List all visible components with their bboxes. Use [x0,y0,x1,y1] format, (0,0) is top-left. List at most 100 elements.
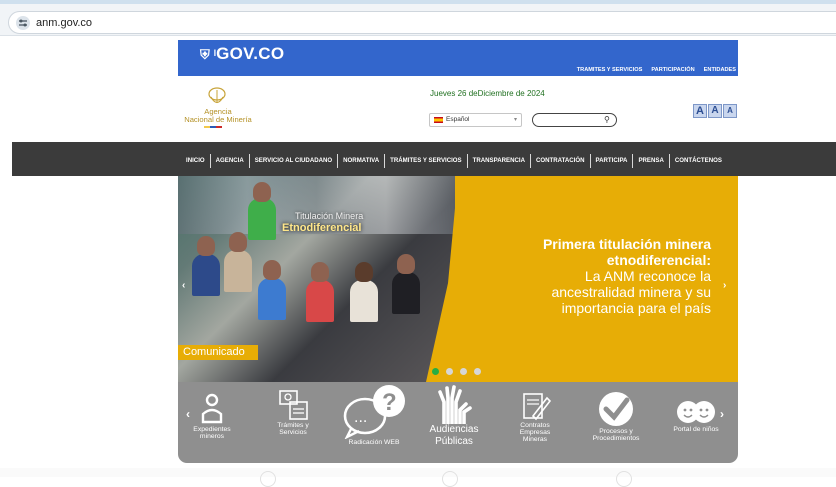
person-figure [197,236,215,256]
person-figure [248,198,276,240]
photo-caption: Titulación Minera [295,211,364,221]
service-label-line2: Empresas [519,429,551,436]
carousel-dots [432,368,481,375]
nav-item-servicio-ciudadano[interactable]: SERVICIO AL CIUDADANO [250,156,337,166]
banner-body-line3: importancia para el país [561,300,711,316]
service-label-line1: Contratos [520,422,550,429]
svg-text:?: ? [382,389,397,416]
contract-pen-icon [523,393,551,421]
carousel-dot-1[interactable] [432,368,439,375]
language-label: Español [446,116,470,123]
service-label-line1: Procesos y [599,428,633,435]
person-figure [253,182,271,202]
photo-sign: Etnodiferencial [282,222,362,234]
nav-item-tramites[interactable]: TRÁMITES Y SERVICIOS [385,156,466,166]
nav-item-normativa[interactable]: NORMATIVA [338,156,384,166]
person-figure [306,280,334,322]
svg-text:...: ... [354,409,367,426]
raised-hands-icon [438,385,472,424]
carousel-dot-2[interactable] [446,368,453,375]
person-figure [258,278,286,320]
service-label-line1: Expedientes [193,426,231,433]
service-label-line3: Mineras [522,436,548,443]
url-text[interactable]: anm.gov.co [36,16,92,30]
service-radicacion-web[interactable]: ... ? Radicación WEB [338,383,410,446]
banner-title-line2: etnodiferencial: [606,252,711,268]
nav-item-contactenos[interactable]: CONTÁCTENOS [670,156,727,166]
site-settings-icon[interactable] [16,16,30,30]
service-label-line1: Trámites y [277,422,309,429]
gov-links: TRAMITES Y SERVICIOS PARTICIPACIÓN ENTID… [577,67,736,73]
main-nav-items: INICIO AGENCIA SERVICIO AL CIUDADANO NOR… [181,154,727,168]
font-size-controls: A A A [693,104,737,118]
banner-title-line1: Primera titulación minera [542,236,711,252]
chevron-down-icon: ▾ [513,117,517,123]
font-normal-button[interactable]: A [708,104,722,118]
gov-co-logo-icon: ⛨ ˡ [200,47,217,62]
spain-flag-icon [434,117,443,123]
documents-gear-icon [279,390,308,420]
font-increase-button[interactable]: A [693,104,707,118]
agency-name-line2: Nacional de Minería [184,115,252,124]
children-faces-icon [677,401,715,423]
nav-item-participa[interactable]: PARTICIPA [591,156,633,166]
service-contratos-empresas-mineras[interactable]: Contratos Empresas Mineras [510,392,560,443]
check-circle-icon [599,392,633,426]
service-label-line2: Públicas [435,436,473,447]
service-label-line1: Audiencias [429,424,479,435]
font-decrease-button[interactable]: A [723,104,737,118]
banner-body-line1: La ANM reconoce la [584,268,711,284]
chat-question-icon: ... ? [343,385,405,439]
carousel-next-icon[interactable]: › [723,280,726,291]
carousel-prev-icon[interactable]: ‹ [182,280,185,291]
service-tramites-servicios[interactable]: Trámites y Servicios [270,388,316,436]
browser-toolbar [0,0,836,36]
banner-body: La ANM reconoce la ancestralidad minera … [503,268,711,316]
person-figure [355,262,373,282]
address-bar[interactable] [8,11,836,34]
hero-carousel[interactable]: Titulación Minera Etnodiferencial Primer… [178,176,738,382]
service-procesos-procedimientos[interactable]: Procesos y Procedimientos [586,390,646,442]
person-figure [263,260,281,280]
service-label-line2: mineros [199,433,225,440]
partial-circle-icon [260,471,276,487]
service-label-line2: Servicios [279,429,307,436]
gov-logo-text: GOV.CO [216,44,285,63]
person-figure [224,250,252,292]
person-figure [311,262,329,282]
nav-item-prensa[interactable]: PRENSA [633,156,668,166]
banner-body-line2: ancestralidad minera y su [551,284,711,300]
agency-name: Agencia Nacional de Minería [178,108,258,124]
service-label-line1: Portal de niños [673,426,719,433]
current-date: Jueves 26 deDiciembre de 2024 [430,89,545,98]
person-figure [229,232,247,252]
browser-top-edge [0,0,836,4]
service-audiencias-publicas[interactable]: Audiencias Públicas [422,384,486,448]
person-search-icon [201,393,223,424]
nav-item-contratacion[interactable]: CONTRATACIÓN [531,156,590,166]
person-figure [350,280,378,322]
nav-item-inicio[interactable]: INICIO [181,156,210,166]
comunicado-badge: Comunicado [178,345,258,360]
partial-circle-icon [616,471,632,487]
service-label-line1: Radicación WEB [348,439,400,446]
service-portal-ninos[interactable]: Portal de niños [666,396,726,433]
service-label-line2: Procedimientos [592,435,640,442]
banner-title: Primera titulación minera etnodiferencia… [503,236,711,268]
partial-circle-icon [442,471,458,487]
gov-link-entidades[interactable]: ENTIDADES [704,67,736,73]
person-figure [392,272,420,314]
page-bottom-strip [0,468,836,477]
person-figure [192,254,220,296]
person-figure [397,254,415,274]
carousel-dot-3[interactable] [460,368,467,375]
gov-logo[interactable]: ⛨ ˡGOV.CO [200,44,284,64]
nav-item-transparencia[interactable]: TRANSPARENCIA [468,156,530,166]
nav-item-agencia[interactable]: AGENCIA [211,156,249,166]
language-select[interactable]: Español ▾ [429,113,522,127]
service-expedientes-mineros[interactable]: Expedientes mineros [189,392,235,440]
gov-link-tramites[interactable]: TRAMITES Y SERVICIOS [577,67,643,73]
carousel-dot-4[interactable] [474,368,481,375]
gov-link-participacion[interactable]: PARTICIPACIÓN [651,67,694,73]
search-icon[interactable]: ⚲ [604,115,610,124]
